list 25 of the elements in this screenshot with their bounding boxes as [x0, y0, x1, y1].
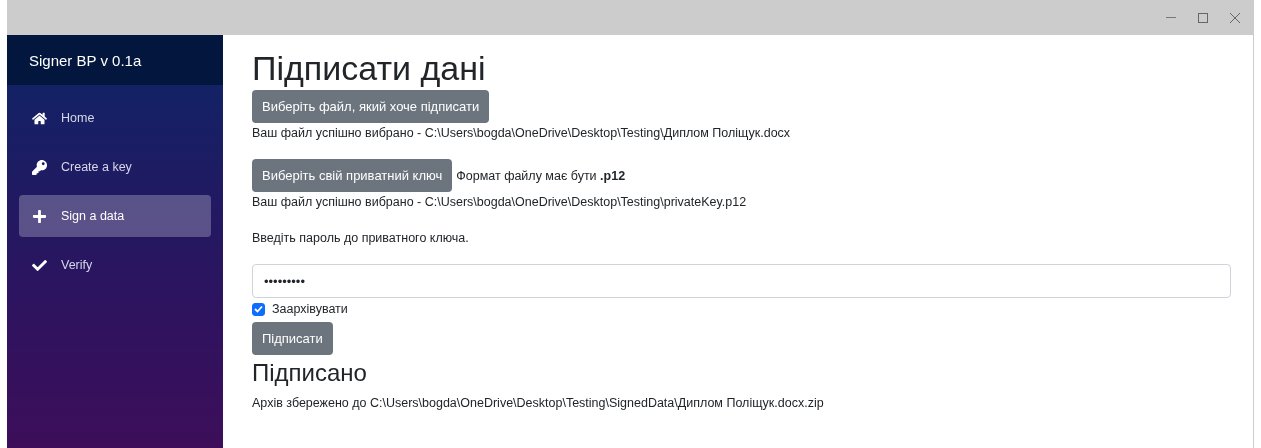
sidebar-item[interactable]: Create a key — [19, 146, 211, 188]
password-label: Введіть пароль до приватного ключа. — [252, 230, 469, 247]
format-hint: Формат файлу має бути .p12 — [456, 167, 626, 185]
plus-icon — [32, 208, 47, 224]
close-icon[interactable] — [1230, 12, 1240, 23]
key-status: Ваш файл успішно вибрано - C:\Users\bogda\OneDrive\Desktop\Testing\privateKey.p12 — [252, 194, 747, 211]
result-text: Архів збережено до C:\Users\bogda\OneDrive\Desktop\Testing\SignedData\Диплом Поліщук.docx.zip — [252, 395, 824, 412]
choose-file-button[interactable]: Виберіть файл, який хоче підписати — [252, 90, 490, 123]
password-field[interactable]: ••••••••• — [252, 264, 1231, 298]
file-status: Ваш файл успішно вибрано - C:\Users\bogda\OneDrive\Desktop\Testing\Диплом Поліщук.docx — [252, 125, 791, 142]
archive-label: Заархівувати — [272, 301, 348, 318]
sign-button[interactable]: Підписати — [252, 322, 333, 355]
app-title: Signer BP v 0.1a — [7, 35, 223, 85]
home-icon — [32, 110, 47, 126]
result-heading: Підписано — [252, 359, 367, 387]
choose-key-button[interactable]: Виберіть свій приватний ключ — [252, 159, 453, 192]
checkmark-icon — [32, 257, 47, 273]
archive-checkbox[interactable] — [252, 302, 265, 316]
sidebar-item[interactable]: Verify — [19, 244, 211, 286]
page-heading: Підписати дані — [252, 49, 486, 88]
maximize-icon[interactable] — [1198, 12, 1208, 23]
sidebar-item[interactable]: Sign a data — [19, 195, 211, 237]
key-icon — [32, 159, 47, 175]
sidebar-item[interactable]: Home — [19, 97, 211, 139]
minimize-icon[interactable] — [1166, 16, 1176, 19]
